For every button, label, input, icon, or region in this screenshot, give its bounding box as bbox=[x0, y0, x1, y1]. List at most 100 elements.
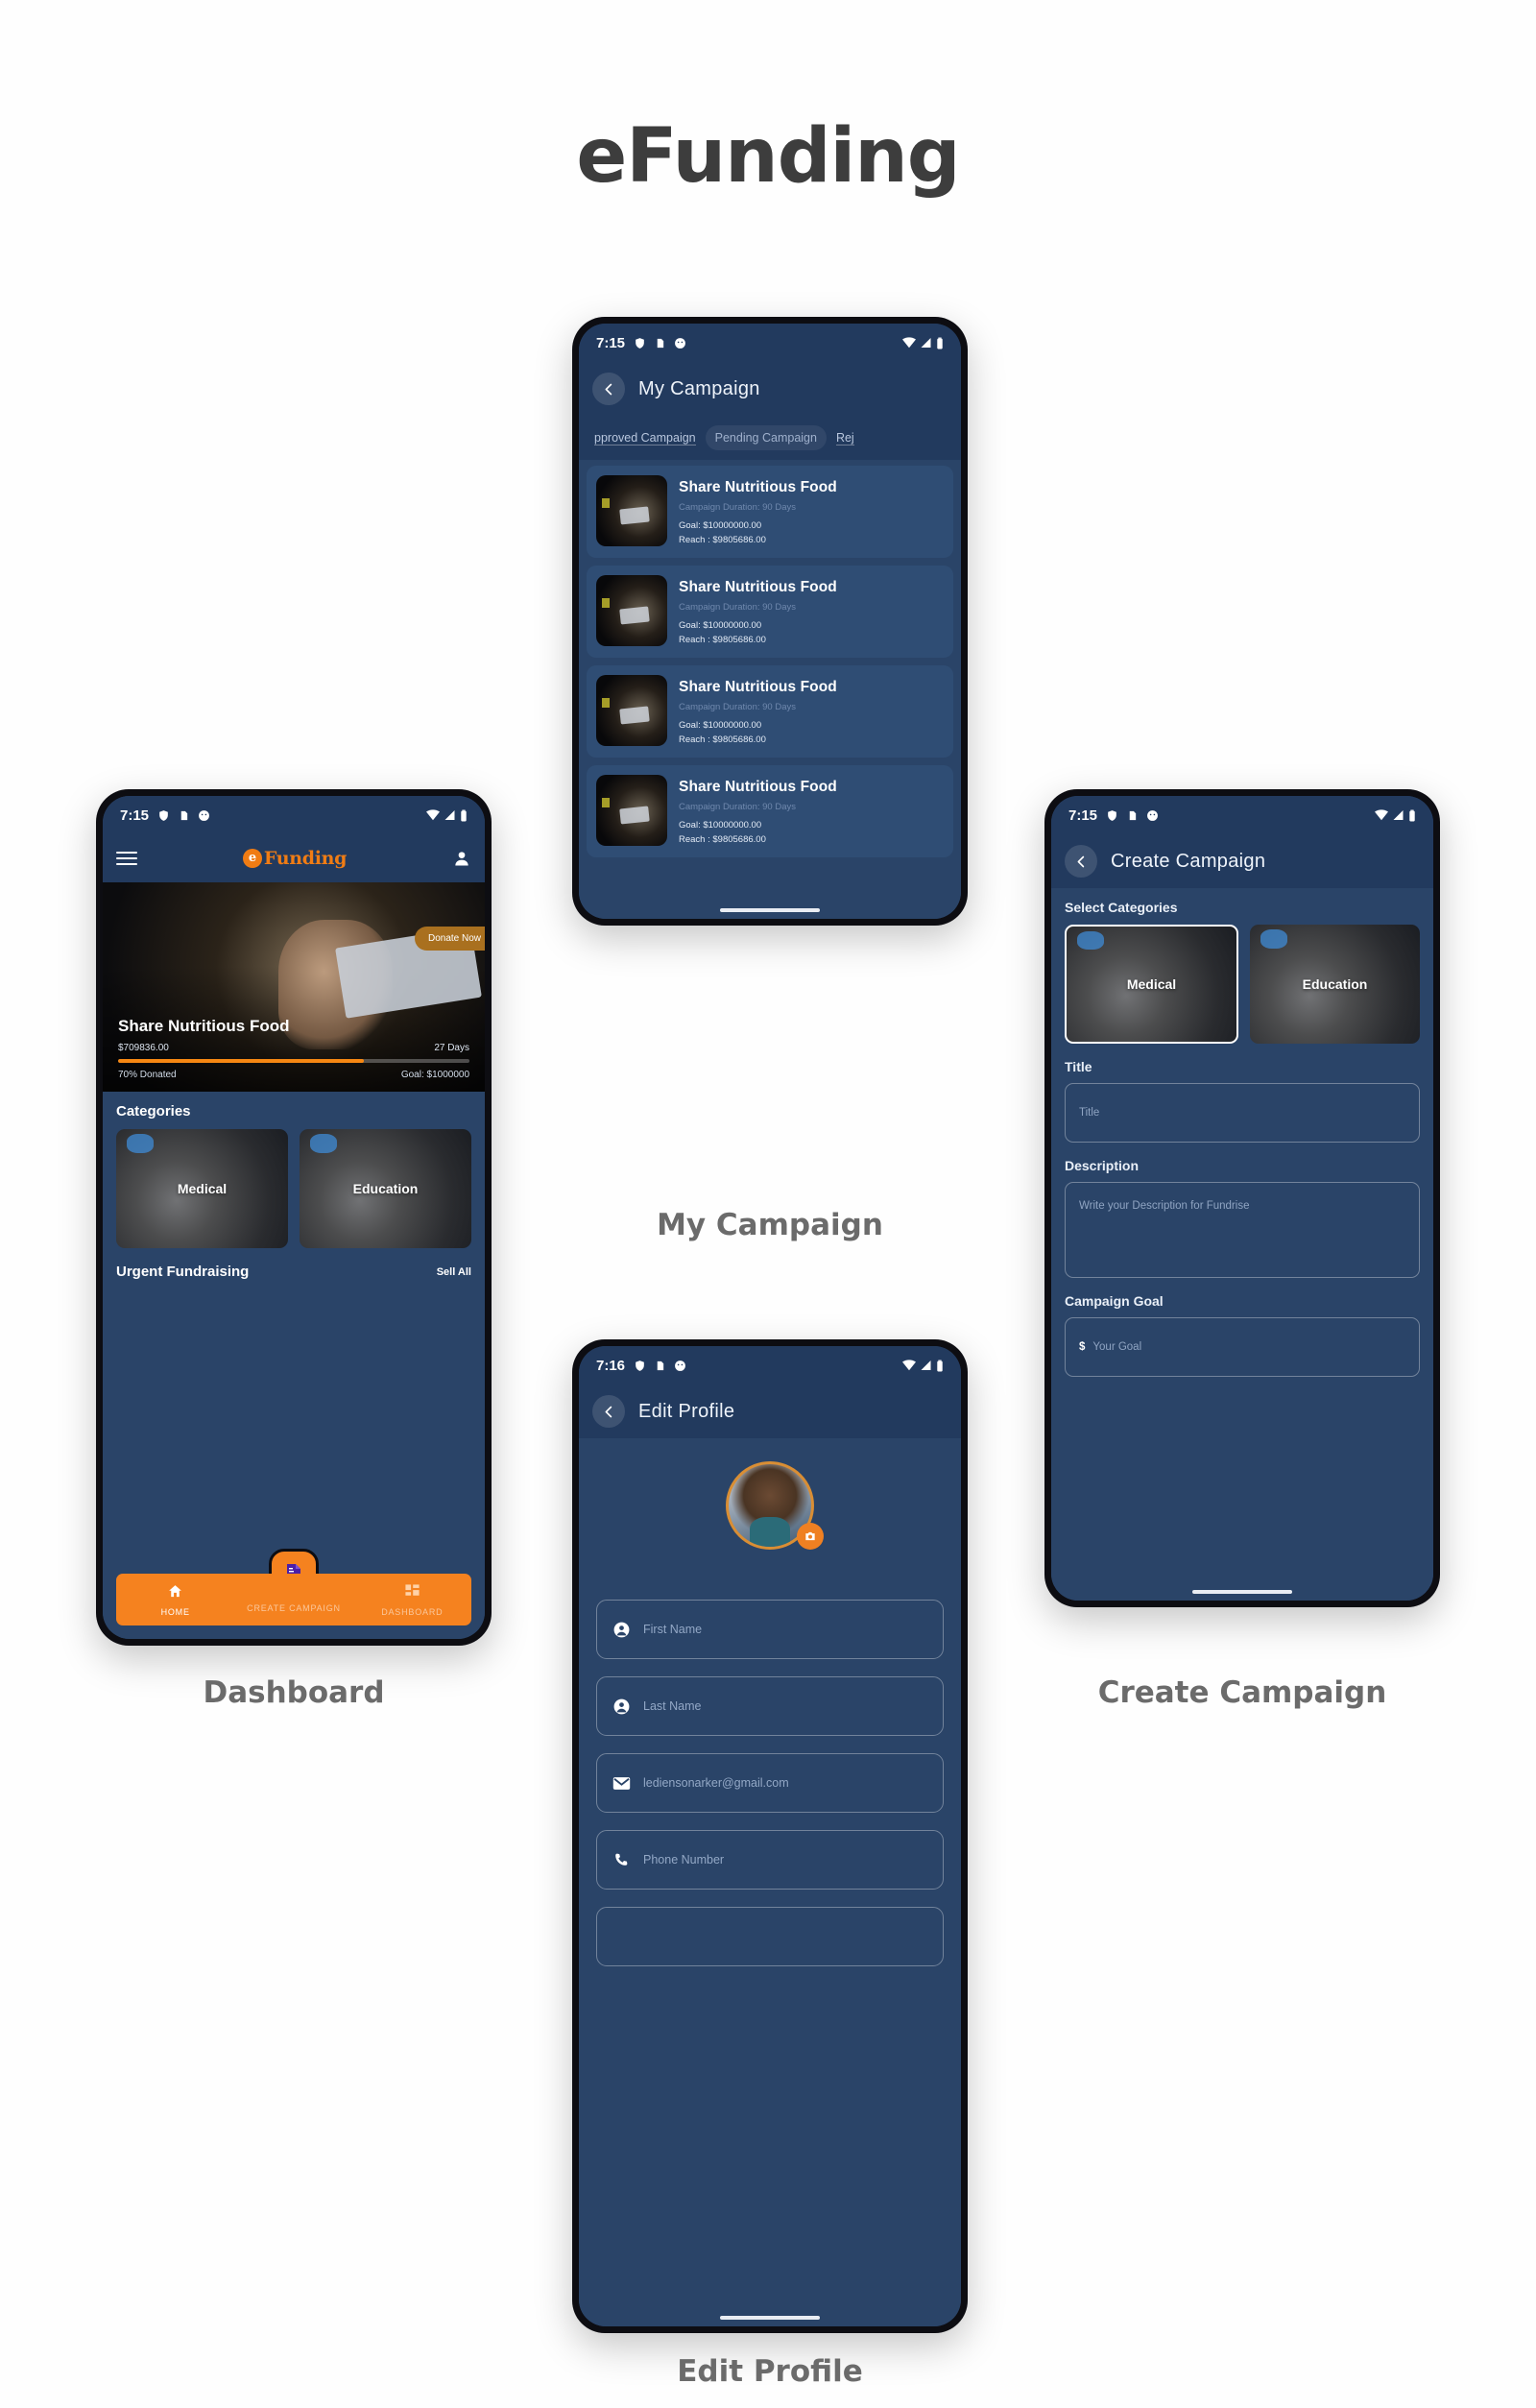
brand-mark-icon: e bbox=[242, 849, 262, 868]
campaign-tabs: pproved Campaign Pending Campaign Rej bbox=[579, 416, 961, 460]
profile-icon[interactable] bbox=[452, 849, 471, 868]
phone-dashboard: 7:15 e Funding Donate Now Share Nutritio… bbox=[96, 789, 492, 1646]
bottom-navigation: HOME CREATE CAMPAIGN DASHBOARD bbox=[116, 1574, 471, 1625]
dashboard-screen: 7:15 e Funding Donate Now Share Nutritio… bbox=[103, 796, 485, 1639]
sd-card-icon bbox=[179, 809, 189, 822]
campaign-card[interactable]: Share Nutritious Food Campaign Duration:… bbox=[587, 566, 953, 658]
appbar-title: My Campaign bbox=[638, 377, 760, 399]
battery-icon bbox=[1408, 809, 1416, 822]
brand-text: Funding bbox=[263, 848, 348, 869]
tab-rejected-campaign[interactable]: Rej bbox=[827, 425, 864, 450]
first-name-field[interactable]: First Name bbox=[596, 1600, 944, 1659]
category-card-medical[interactable]: Medical bbox=[116, 1129, 288, 1248]
signal-icon bbox=[1392, 809, 1404, 821]
dollar-icon: $ bbox=[1079, 1341, 1086, 1353]
dashboard-body: Categories Medical Education Urgent Fund… bbox=[103, 1092, 485, 1639]
first-name-placeholder: First Name bbox=[643, 1623, 703, 1636]
campaign-info: Share Nutritious Food Campaign Duration:… bbox=[679, 675, 944, 748]
app-bar: Create Campaign bbox=[1051, 834, 1433, 888]
category-card-education[interactable]: Education bbox=[300, 1129, 471, 1248]
campaign-card[interactable]: Share Nutritious Food Campaign Duration:… bbox=[587, 665, 953, 758]
app-bar: Edit Profile bbox=[579, 1385, 961, 1438]
status-time: 7:16 bbox=[596, 1357, 626, 1374]
status-bar: 7:15 bbox=[1051, 796, 1433, 834]
description-label: Description bbox=[1065, 1158, 1140, 1173]
campaign-duration: Campaign Duration: 90 Days bbox=[679, 702, 796, 712]
change-photo-button[interactable] bbox=[797, 1523, 824, 1550]
nav-item-create-campaign[interactable]: CREATE CAMPAIGN bbox=[234, 1586, 352, 1613]
caption-my-campaign: My Campaign bbox=[657, 1208, 883, 1242]
email-value: lediensonarker@gmail.com bbox=[643, 1776, 789, 1790]
sell-all-link[interactable]: Sell All bbox=[437, 1266, 471, 1278]
hero-progress-bar bbox=[118, 1059, 469, 1063]
campaign-title: Share Nutritious Food bbox=[679, 679, 837, 695]
status-bar: 7:15 bbox=[103, 796, 485, 834]
hero-title: Share Nutritious Food bbox=[118, 1017, 290, 1035]
campaign-thumbnail bbox=[596, 775, 667, 846]
urgent-fundraising-title: Urgent Fundraising bbox=[116, 1264, 250, 1280]
battery-icon bbox=[460, 809, 468, 822]
campaign-title: Share Nutritious Food bbox=[679, 579, 837, 595]
hamburger-menu-icon[interactable] bbox=[116, 852, 137, 865]
tab-pending-campaign[interactable]: Pending Campaign bbox=[705, 425, 827, 450]
campaign-duration: Campaign Duration: 90 Days bbox=[679, 502, 796, 513]
caption-dashboard: Dashboard bbox=[203, 1675, 385, 1710]
description-input[interactable]: Write your Description for Fundrise bbox=[1065, 1182, 1420, 1278]
campaign-title: Share Nutritious Food bbox=[679, 779, 837, 795]
category-label: Education bbox=[1302, 976, 1368, 992]
home-indicator bbox=[1192, 1590, 1292, 1594]
create-campaign-form: Select Categories Medical Education Titl… bbox=[1051, 888, 1433, 1601]
back-button[interactable] bbox=[1065, 845, 1097, 878]
hero-progress-fill bbox=[118, 1059, 365, 1063]
wifi-icon bbox=[1375, 809, 1388, 821]
campaign-list[interactable]: Share Nutritious Food Campaign Duration:… bbox=[579, 460, 961, 919]
hero-days-left: 27 Days bbox=[434, 1043, 469, 1053]
campaign-reach: Reach : $9805686.00 bbox=[679, 734, 766, 745]
camera-icon bbox=[805, 1531, 815, 1541]
appbar-title: Edit Profile bbox=[638, 1400, 735, 1422]
face-icon bbox=[198, 809, 210, 822]
grid-icon bbox=[405, 1583, 420, 1596]
signal-icon bbox=[920, 1360, 932, 1371]
phone-field[interactable]: Phone Number bbox=[596, 1830, 944, 1890]
campaign-card[interactable]: Share Nutritious Food Campaign Duration:… bbox=[587, 466, 953, 558]
sd-card-icon bbox=[655, 1360, 665, 1372]
hero-stats-bottom: 70% Donated Goal: $1000000 bbox=[118, 1070, 469, 1080]
back-button[interactable] bbox=[592, 373, 625, 405]
nav-item-dashboard[interactable]: DASHBOARD bbox=[353, 1583, 471, 1617]
title-placeholder: Title bbox=[1079, 1107, 1100, 1119]
title-label: Title bbox=[1065, 1059, 1092, 1074]
page-title: eFunding bbox=[576, 113, 960, 200]
campaign-card[interactable]: Share Nutritious Food Campaign Duration:… bbox=[587, 765, 953, 857]
title-input[interactable]: Title bbox=[1065, 1083, 1420, 1143]
donate-now-button[interactable]: Donate Now bbox=[414, 927, 485, 951]
tab-label: pproved Campaign bbox=[594, 431, 696, 445]
back-button[interactable] bbox=[592, 1395, 625, 1428]
nav-item-home[interactable]: HOME bbox=[116, 1583, 234, 1617]
chevron-left-icon bbox=[605, 1406, 612, 1417]
category-option-medical[interactable]: Medical bbox=[1065, 925, 1238, 1044]
phone-placeholder: Phone Number bbox=[643, 1853, 725, 1866]
chevron-left-icon bbox=[605, 383, 612, 395]
campaign-thumbnail bbox=[596, 575, 667, 646]
category-label: Medical bbox=[177, 1181, 228, 1196]
sd-card-icon bbox=[655, 337, 665, 349]
category-option-education[interactable]: Education bbox=[1250, 925, 1420, 1044]
additional-field[interactable] bbox=[596, 1907, 944, 1966]
tab-approved-campaign[interactable]: pproved Campaign bbox=[585, 425, 706, 450]
select-categories-label: Select Categories bbox=[1065, 900, 1178, 915]
last-name-field[interactable]: Last Name bbox=[596, 1676, 944, 1736]
wifi-icon bbox=[426, 809, 440, 821]
face-icon bbox=[674, 1360, 686, 1372]
campaign-goal: Goal: $10000000.00 bbox=[679, 520, 762, 531]
campaign-goal-input[interactable]: $ Your Goal bbox=[1065, 1317, 1420, 1377]
battery-icon bbox=[936, 337, 944, 349]
wifi-icon bbox=[902, 1360, 916, 1371]
nav-label: CREATE CAMPAIGN bbox=[247, 1603, 341, 1613]
campaign-goal: Goal: $10000000.00 bbox=[679, 620, 762, 631]
featured-campaign-hero[interactable]: Donate Now Share Nutritious Food $709836… bbox=[103, 882, 485, 1092]
hero-overlay: Share Nutritious Food $709836.00 27 Days… bbox=[103, 1017, 485, 1080]
email-field[interactable]: lediensonarker@gmail.com bbox=[596, 1753, 944, 1813]
campaign-thumbnail bbox=[596, 475, 667, 546]
home-icon bbox=[169, 1584, 182, 1597]
